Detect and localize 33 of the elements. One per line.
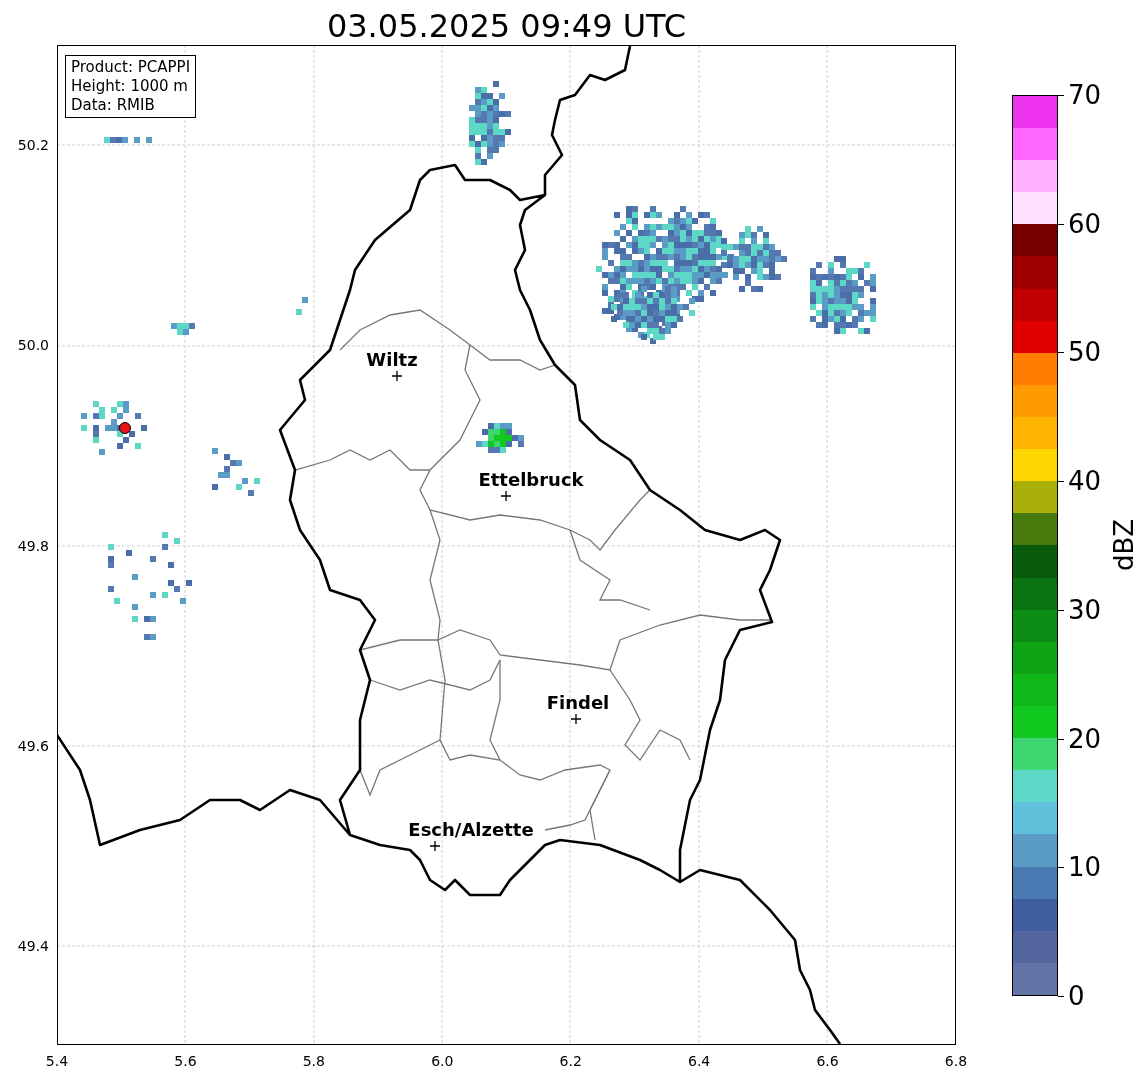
colorbar-tick-label: 10 xyxy=(1068,852,1102,883)
city-label: Ettelbruck xyxy=(478,469,584,491)
colorbar-tick-label: 0 xyxy=(1068,981,1085,1011)
x-tick-label: 5.8 xyxy=(302,1052,325,1070)
x-tick-label: 6.4 xyxy=(688,1052,711,1070)
colorbar-label: dBZ xyxy=(1108,517,1140,574)
city-label: Wiltz xyxy=(366,349,418,371)
y-tick-label: 49.4 xyxy=(17,937,49,956)
city-marker-icon xyxy=(500,490,512,502)
city-label: Esch/Alzette xyxy=(408,819,534,841)
y-tick-label: 50.0 xyxy=(17,336,49,355)
x-tick-label: 6.0 xyxy=(431,1052,454,1070)
city-marker-icon xyxy=(570,713,582,725)
city-marker-icon xyxy=(429,840,441,852)
city-label: Findel xyxy=(546,692,610,714)
y-tick-label: 49.6 xyxy=(17,736,49,755)
colorbar-tick-label: 60 xyxy=(1068,208,1102,239)
city-marker-icon xyxy=(391,370,403,382)
x-tick-label: 6.6 xyxy=(816,1052,839,1070)
x-tick-label: 6.8 xyxy=(944,1052,968,1070)
colorbar-tick-label: 70 xyxy=(1068,80,1102,110)
x-tick-label: 5.6 xyxy=(174,1052,197,1070)
y-tick-label: 49.8 xyxy=(17,536,49,555)
chart-title: 03.05.2025 09:49 UTC xyxy=(325,6,688,46)
x-tick-label: 6.2 xyxy=(559,1052,582,1070)
colorbar-tick-label: 20 xyxy=(1068,723,1102,754)
colorbar-tick-label: 30 xyxy=(1068,594,1102,625)
colorbar-tick-label: 50 xyxy=(1068,337,1102,368)
x-tick-label: 5.4 xyxy=(45,1052,69,1070)
y-tick-label: 50.2 xyxy=(17,136,49,154)
radar-site-marker xyxy=(119,422,131,434)
colorbar-tick-label: 40 xyxy=(1068,466,1102,497)
info-box: Product: PCAPPI Height: 1000 m Data: RMIB xyxy=(65,55,197,118)
